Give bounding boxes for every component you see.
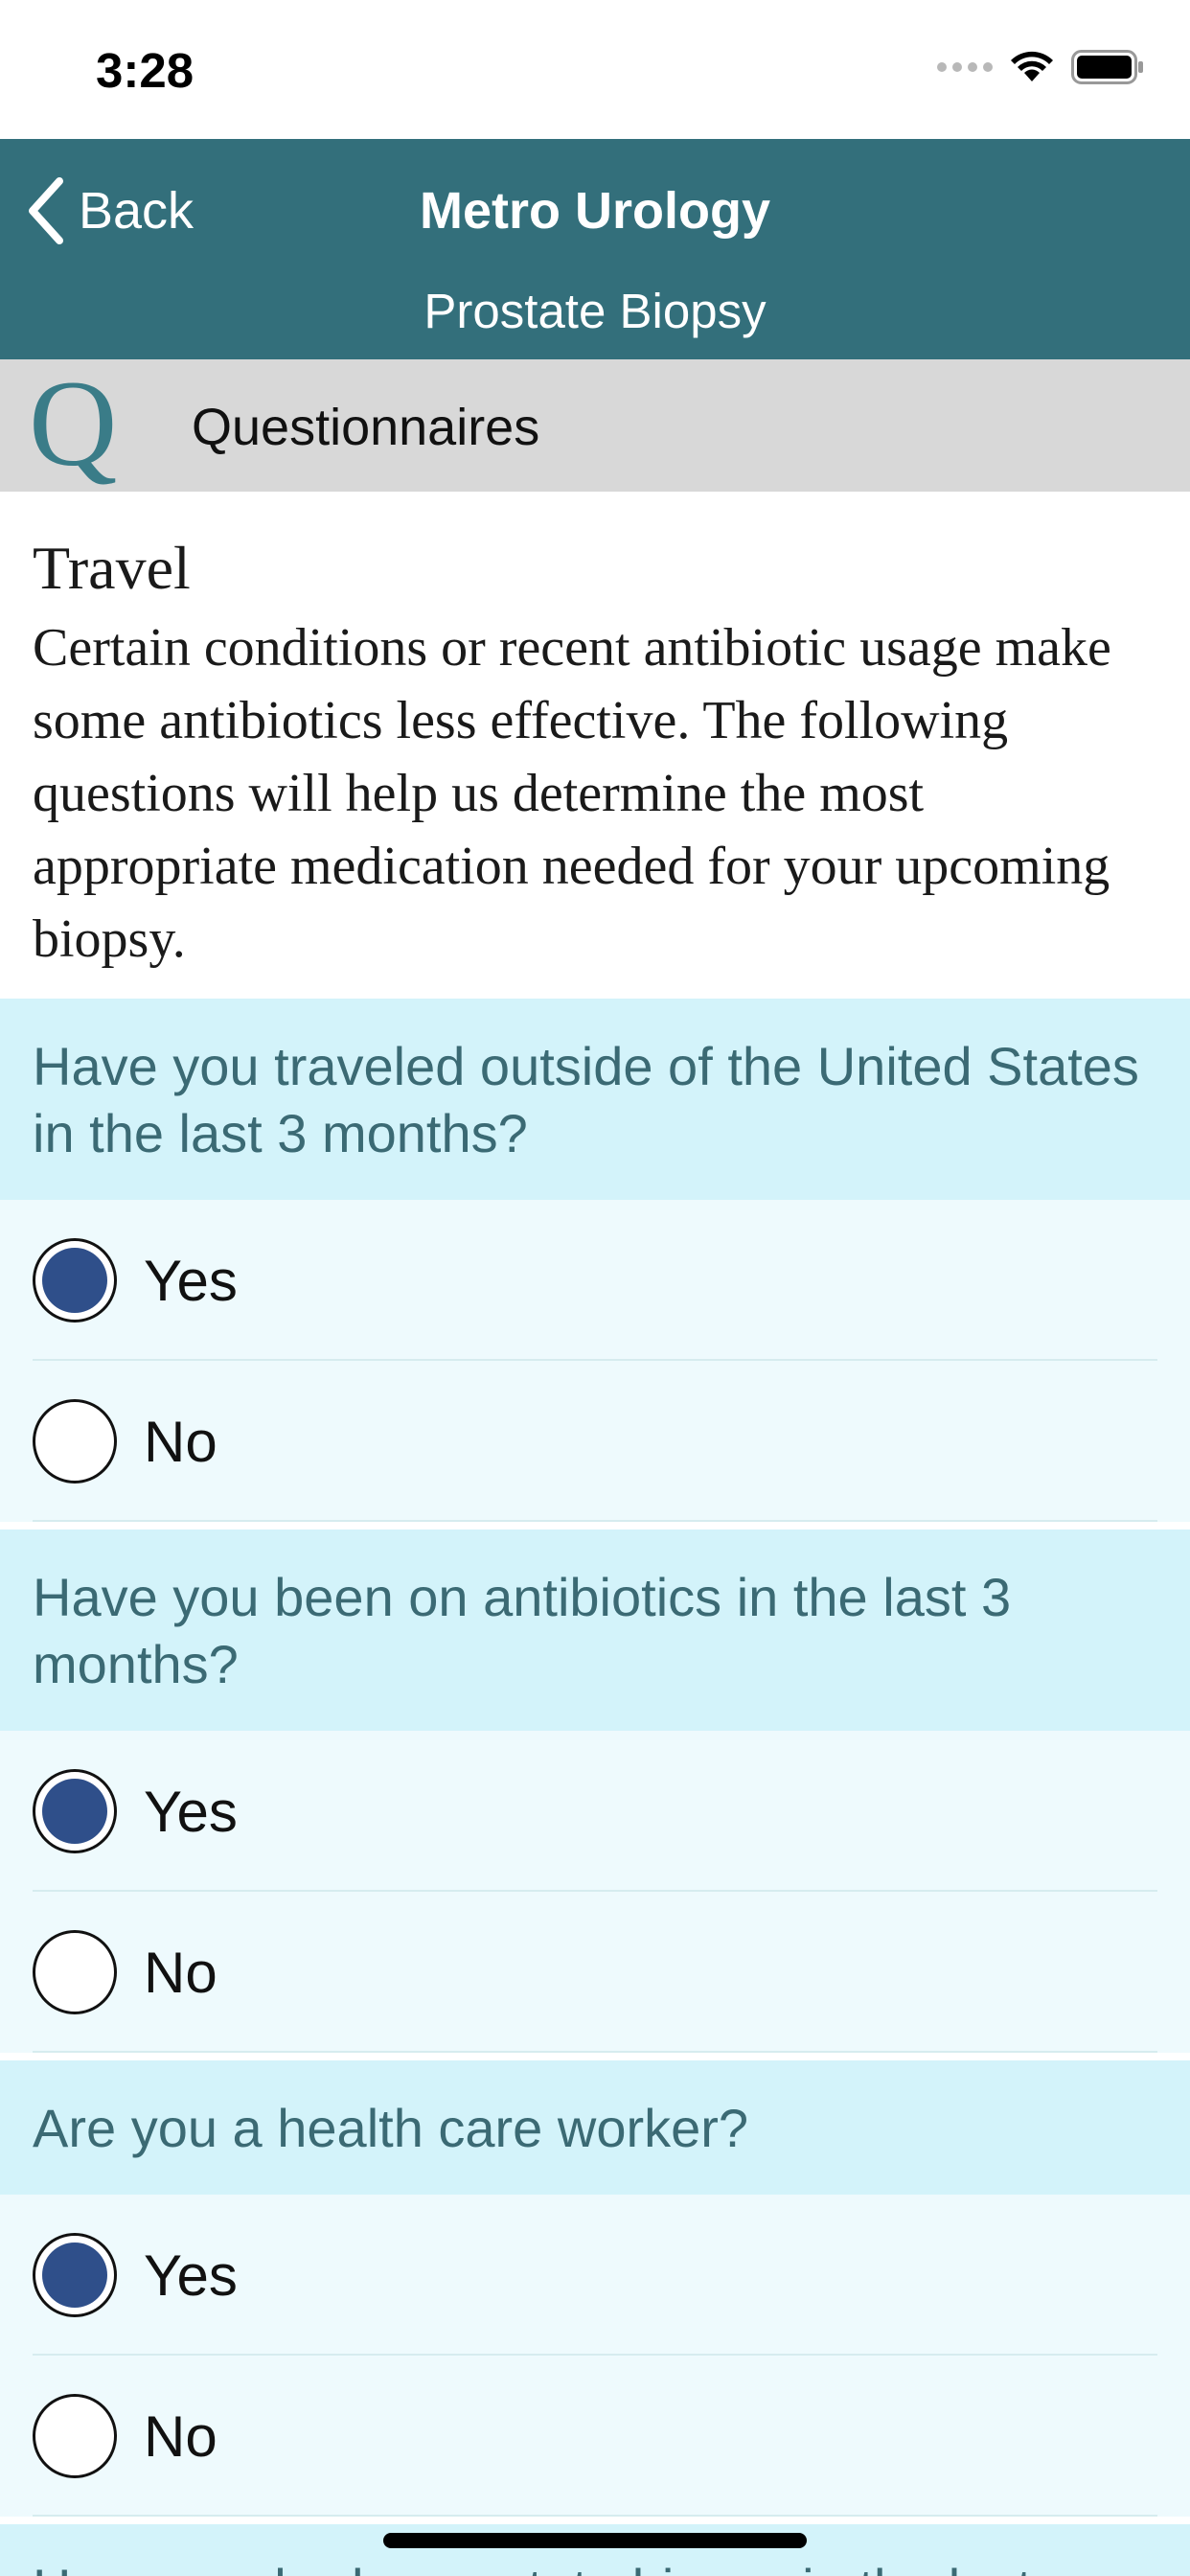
screen: 3:28 Back Metro Urology Prostate Biopsy … xyxy=(0,0,1190,2576)
option-label: No xyxy=(144,1409,217,1474)
battery-icon xyxy=(1071,50,1143,84)
question-text: Are you a health care worker? xyxy=(0,2060,1190,2195)
question-2: Have you been on antibiotics in the last… xyxy=(0,1530,1190,2053)
options: Yes No xyxy=(0,1200,1190,1522)
option-yes[interactable]: Yes xyxy=(0,1200,1190,1361)
intro: Travel Certain conditions or recent anti… xyxy=(33,525,1163,976)
home-indicator[interactable] xyxy=(383,2533,807,2548)
intro-text: Certain conditions or recent antibiotic … xyxy=(33,618,1111,969)
questions-list: Have you traveled outside of the United … xyxy=(0,999,1190,2576)
option-label: No xyxy=(144,1940,217,2005)
status-bar: 3:28 xyxy=(0,0,1190,139)
section-title: Questionnaires xyxy=(192,399,540,456)
wifi-icon xyxy=(1011,51,1053,81)
options: Yes No xyxy=(0,1731,1190,2053)
intro-title: Travel xyxy=(33,534,191,602)
option-label: Yes xyxy=(144,2242,238,2308)
option-no[interactable]: No xyxy=(0,2356,1190,2517)
option-label: Yes xyxy=(144,1779,238,1844)
radio-button[interactable] xyxy=(33,1399,117,1484)
question-text: Have you been on antibiotics in the last… xyxy=(0,1530,1190,1731)
status-time: 3:28 xyxy=(96,43,195,98)
radio-button-selected[interactable] xyxy=(33,2233,117,2317)
option-yes[interactable]: Yes xyxy=(0,2195,1190,2356)
option-yes[interactable]: Yes xyxy=(0,1731,1190,1892)
radio-button-selected[interactable] xyxy=(33,1238,117,1322)
option-label: Yes xyxy=(144,1248,238,1313)
radio-button[interactable] xyxy=(33,1930,117,2014)
nav-header: Back Metro Urology Prostate Biopsy xyxy=(0,139,1190,359)
nav-subtitle: Prostate Biopsy xyxy=(423,284,767,338)
question-3: Are you a health care worker? Yes No xyxy=(0,2060,1190,2517)
questionnaire-logo-icon: Q xyxy=(29,356,118,492)
nav-title: Metro Urology xyxy=(419,182,770,240)
options: Yes No xyxy=(0,2195,1190,2517)
radio-button[interactable] xyxy=(33,2394,117,2478)
radio-button-selected[interactable] xyxy=(33,1769,117,1853)
section-header: Q Questionnaires xyxy=(0,359,1190,492)
option-no[interactable]: No xyxy=(0,1892,1190,2053)
cellular-signal-icon xyxy=(937,62,993,72)
status-icons xyxy=(937,50,1144,84)
question-text: Have you traveled outside of the United … xyxy=(0,999,1190,1200)
option-no[interactable]: No xyxy=(0,1361,1190,1522)
question-1: Have you traveled outside of the United … xyxy=(0,999,1190,1522)
option-label: No xyxy=(144,2404,217,2469)
